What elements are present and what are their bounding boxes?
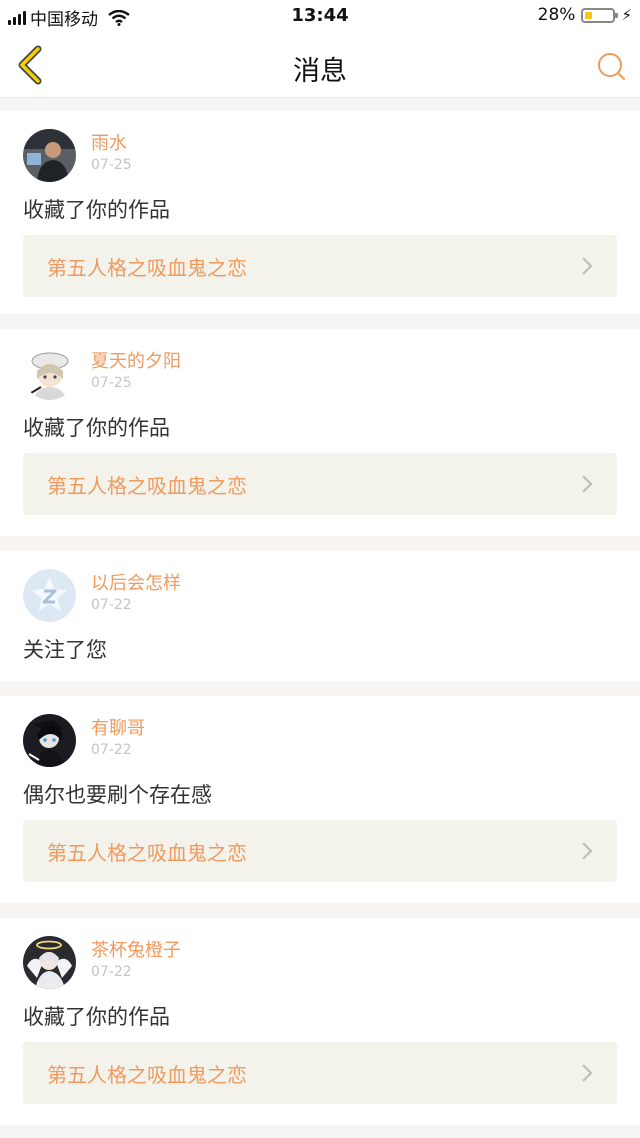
status-bar: 中国移动 13:44 28% ⚡ (0, 0, 640, 31)
user-name[interactable]: 茶杯兔橙子 (91, 940, 181, 962)
page-title: 消息 (293, 56, 347, 87)
message-text: 关注了您 (23, 638, 107, 662)
search-icon[interactable] (596, 51, 626, 81)
message-date: 07-25 (91, 375, 132, 391)
message-date: 07-22 (91, 964, 132, 980)
battery-percent: 28% (537, 5, 576, 25)
avatar[interactable] (23, 714, 76, 767)
message-card[interactable]: 以后会怎样 07-22 关注了您 (0, 551, 640, 681)
charging-icon: ⚡ (621, 6, 632, 24)
message-card[interactable]: 茶杯兔橙子 07-22 收藏了你的作品 第五人格之吸血鬼之恋 (0, 918, 640, 1125)
message-card[interactable]: 雨水 07-25 收藏了你的作品 第五人格之吸血鬼之恋 (0, 111, 640, 314)
message-text: 收藏了你的作品 (23, 1005, 170, 1029)
avatar[interactable] (23, 936, 76, 989)
chevron-right-icon (582, 257, 593, 275)
message-date: 07-25 (91, 157, 132, 173)
message-date: 07-22 (91, 742, 132, 758)
user-name[interactable]: 夏天的夕阳 (91, 351, 181, 373)
work-link[interactable]: 第五人格之吸血鬼之恋 (23, 235, 617, 297)
message-text: 偶尔也要刷个存在感 (23, 783, 212, 807)
avatar[interactable] (23, 569, 76, 622)
work-title: 第五人格之吸血鬼之恋 (47, 255, 247, 280)
status-right: 28% ⚡ (538, 5, 632, 25)
message-card[interactable]: 夏天的夕阳 07-25 收藏了你的作品 第五人格之吸血鬼之恋 (0, 329, 640, 536)
chevron-right-icon (582, 1064, 593, 1082)
nav-bar: 消息 (0, 31, 640, 98)
message-text: 收藏了你的作品 (23, 416, 170, 440)
avatar[interactable] (23, 129, 76, 182)
work-title: 第五人格之吸血鬼之恋 (47, 473, 247, 498)
message-date: 07-22 (91, 597, 132, 613)
work-title: 第五人格之吸血鬼之恋 (47, 1062, 247, 1087)
chevron-right-icon (582, 475, 593, 493)
message-text: 收藏了你的作品 (23, 198, 170, 222)
user-name[interactable]: 雨水 (91, 133, 132, 155)
work-link[interactable]: 第五人格之吸血鬼之恋 (23, 820, 617, 882)
user-name[interactable]: 以后会怎样 (91, 573, 181, 595)
work-link[interactable]: 第五人格之吸血鬼之恋 (23, 1042, 617, 1104)
battery-icon (581, 7, 619, 23)
chevron-right-icon (582, 842, 593, 860)
work-link[interactable]: 第五人格之吸血鬼之恋 (23, 453, 617, 515)
work-title: 第五人格之吸血鬼之恋 (47, 840, 247, 865)
user-name[interactable]: 有聊哥 (91, 718, 145, 740)
message-card[interactable]: 有聊哥 07-22 偶尔也要刷个存在感 第五人格之吸血鬼之恋 (0, 696, 640, 903)
avatar[interactable] (23, 347, 76, 400)
